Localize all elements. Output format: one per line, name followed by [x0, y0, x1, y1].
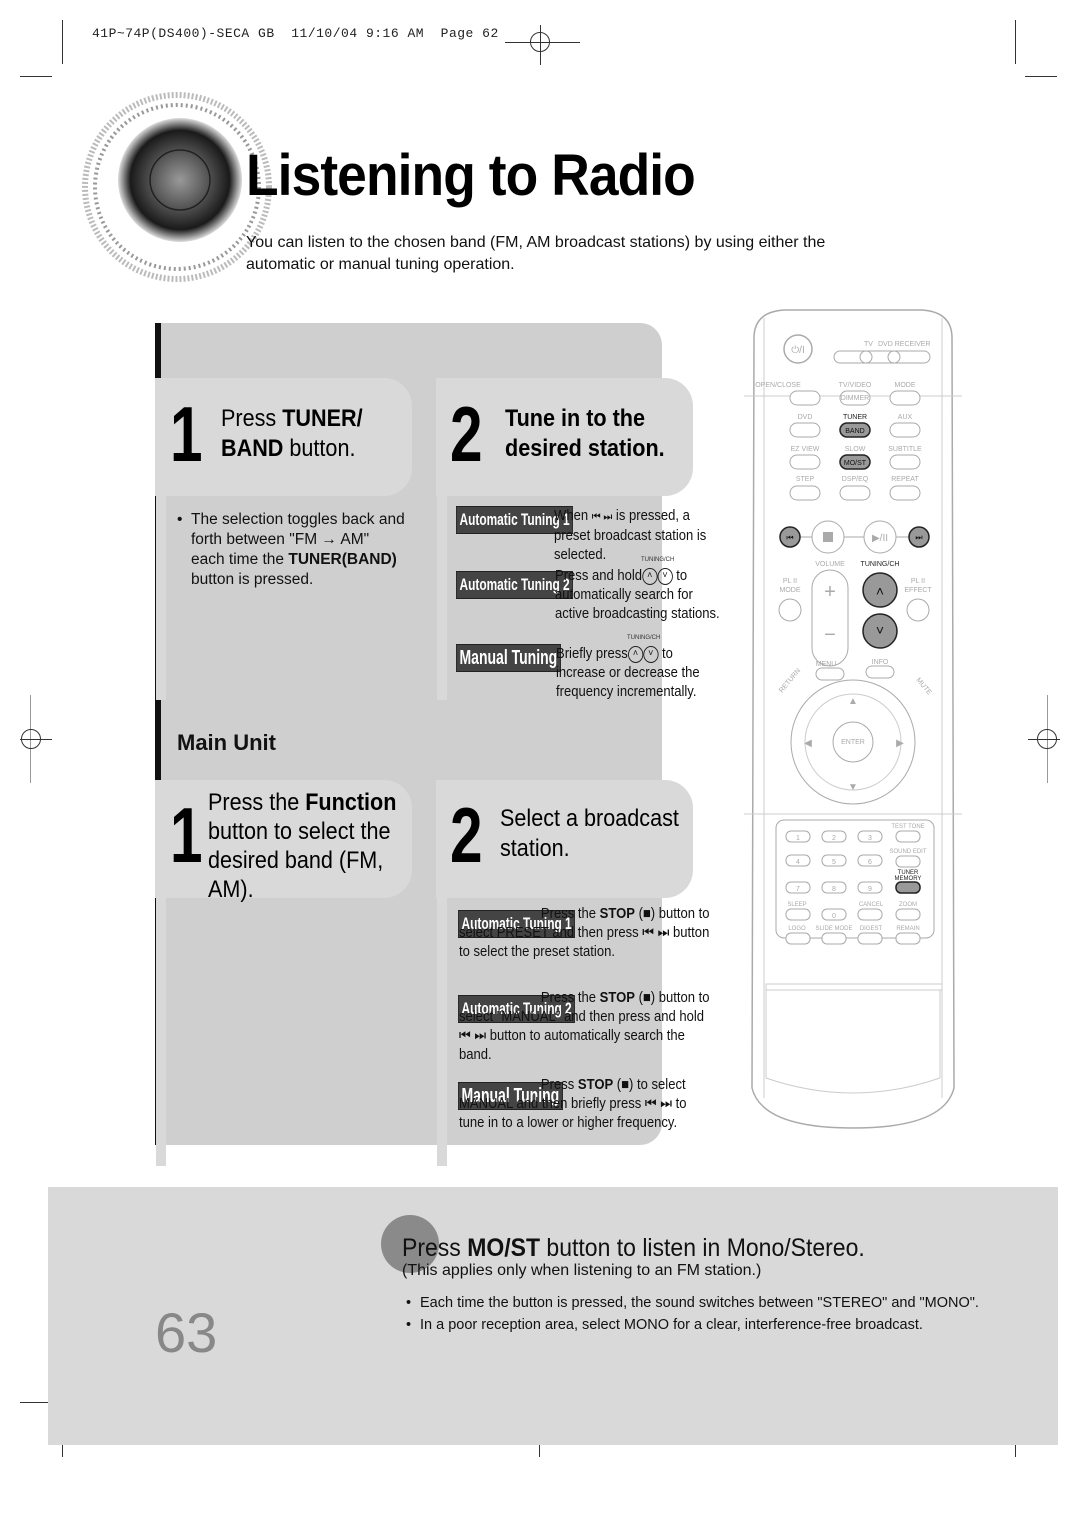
tuning-ch-caption: TUNING/CH	[641, 557, 675, 563]
column-bar	[437, 496, 447, 700]
svg-text:▶/II: ▶/II	[872, 533, 888, 544]
svg-text:⏭: ⏭	[915, 533, 922, 542]
svg-text:4: 4	[796, 859, 800, 866]
svg-text:MEMORY: MEMORY	[895, 876, 922, 882]
svg-text:ZOOM: ZOOM	[899, 902, 917, 908]
remote-power-label: ⏻/I	[791, 345, 804, 356]
svg-text:+: +	[824, 581, 836, 603]
svg-text:CANCEL: CANCEL	[859, 902, 884, 908]
svg-text:REPEAT: REPEAT	[891, 476, 919, 483]
remote-control-illustration: ⏻/I TV DVD RECEIVER OPEN/CLOSE TV/VIDEO MO…	[744, 309, 962, 1129]
tip-subtitle: (This applies only when listening to an …	[402, 1262, 762, 1279]
remote-dvd-receiver-label: DVD RECEIVER	[878, 341, 931, 348]
svg-text:DSP/EQ: DSP/EQ	[842, 476, 869, 483]
svg-text:5: 5	[832, 859, 836, 866]
svg-text:EFFECT: EFFECT	[904, 587, 932, 594]
svg-text:2: 2	[832, 835, 836, 842]
manual-tuning-desc: Briefly press ˄ ˅ to increase or decrease …	[556, 645, 700, 700]
svg-text:PL II: PL II	[911, 578, 925, 585]
tip-title: Press MO/ST button to listen in Mono/Ste…	[402, 1234, 865, 1262]
intro-text: You can listen to the chosen band (FM, A…	[246, 234, 826, 273]
svg-text:LOGO: LOGO	[788, 926, 806, 932]
step-number: 2	[450, 791, 483, 879]
remote-step1-title: Press TUNER/ BAND button.	[221, 405, 363, 462]
remote-tv-label: TV	[864, 341, 873, 348]
main-auto-tuning-2-desc: Press the STOP (■) button to select "MAN…	[459, 990, 710, 1063]
svg-text:◀: ◀	[804, 738, 812, 749]
remote-step1-bullet: The selection toggles back and forth bet…	[177, 510, 407, 590]
tip-bullet: In a poor reception area, select MONO fo…	[406, 1314, 979, 1336]
svg-text:DIMMER: DIMMER	[841, 395, 869, 402]
svg-text:−: −	[824, 624, 836, 646]
column-bar	[156, 898, 166, 1166]
main-manual-tuning-desc: Press STOP (■) to select MANUAL and then…	[459, 1077, 687, 1131]
svg-text:SLIDE MODE: SLIDE MODE	[815, 926, 852, 932]
svg-text:DVD: DVD	[798, 414, 813, 421]
page-number: 63	[155, 1301, 218, 1364]
tuning-down-icon: ˅	[657, 567, 673, 585]
tuning-ch-caption: TUNING/CH	[627, 635, 661, 641]
svg-text:▲: ▲	[848, 696, 858, 707]
svg-text:7: 7	[796, 886, 800, 893]
section-header-main: Main Unit	[155, 722, 662, 764]
svg-text:REMAIN: REMAIN	[896, 926, 919, 932]
skip-buttons-icon: ⏮ ⏭	[591, 511, 613, 523]
svg-text:TV/VIDEO: TV/VIDEO	[839, 382, 872, 389]
svg-text:MODE: MODE	[895, 382, 916, 389]
svg-text:9: 9	[868, 886, 872, 893]
skip-buttons-icon: ⏮ ⏭	[459, 1028, 487, 1044]
print-header: 41P~74P(DS400)-SECA GB 11/10/04 9:16 AM …	[92, 26, 499, 41]
svg-text:TUNING/CH: TUNING/CH	[861, 561, 900, 568]
step-number: 2	[450, 390, 483, 478]
svg-text:3: 3	[868, 835, 872, 842]
svg-text:AUX: AUX	[898, 414, 913, 421]
svg-text:8: 8	[832, 886, 836, 893]
svg-text:ENTER: ENTER	[841, 739, 865, 746]
step-number: 1	[170, 791, 203, 879]
tuning-up-icon: ˄	[642, 567, 658, 585]
tip-bullets: Each time the button is pressed, the sou…	[406, 1292, 979, 1336]
main-step2-title: Select a broadcast station.	[500, 805, 679, 862]
tuning-up-icon: ˄	[627, 645, 644, 663]
svg-text:TEST TONE: TEST TONE	[891, 824, 924, 830]
svg-text:EZ VIEW: EZ VIEW	[791, 446, 820, 453]
svg-text:TUNER: TUNER	[843, 414, 867, 421]
auto-tuning-2-desc: Press and hold ˄ ˅ to automatically search…	[555, 567, 720, 622]
step-number: 1	[170, 390, 203, 478]
svg-text:SLOW: SLOW	[845, 446, 866, 453]
skip-buttons-icon: ⏮ ⏭	[644, 1096, 673, 1112]
svg-text:▶: ▶	[896, 738, 904, 749]
column-bar	[156, 496, 166, 700]
remote-step2-title: Tune in to the desired station.	[505, 405, 665, 462]
svg-text:MENU: MENU	[816, 661, 837, 668]
main-step1-title: Press the Function button to select the …	[208, 789, 397, 903]
column-bar	[437, 898, 447, 1166]
svg-text:0: 0	[832, 913, 836, 920]
tip-bullet: Each time the button is pressed, the sou…	[406, 1292, 979, 1314]
speaker-icon	[82, 92, 272, 282]
svg-text:SUBTITLE: SUBTITLE	[888, 446, 922, 453]
main-auto-tuning-1-desc: Press the STOP (■) button to select PRES…	[459, 906, 710, 960]
svg-text:DIGEST: DIGEST	[860, 926, 883, 932]
svg-text:BAND: BAND	[845, 428, 864, 435]
skip-buttons-icon: ⏮ ⏭	[642, 925, 670, 941]
svg-text:MO/ST: MO/ST	[844, 460, 867, 467]
svg-text:▼: ▼	[848, 782, 858, 793]
svg-text:SOUND EDIT: SOUND EDIT	[889, 849, 926, 855]
svg-text:OPEN/CLOSE: OPEN/CLOSE	[755, 382, 801, 389]
svg-text:˅: ˅	[876, 622, 884, 638]
tuning-down-icon: ˅	[643, 645, 659, 663]
svg-text:MODE: MODE	[780, 587, 801, 594]
svg-text:STEP: STEP	[796, 476, 815, 483]
svg-text:⏮: ⏮	[786, 533, 793, 542]
svg-text:˄: ˄	[876, 583, 884, 599]
auto-tuning-1-desc: When ⏮ ⏭ is pressed, a preset broadcast …	[554, 508, 707, 563]
svg-text:INFO: INFO	[872, 659, 889, 666]
page-title: Listening to Radio	[246, 143, 696, 208]
svg-text:1: 1	[796, 835, 800, 842]
svg-text:SLEEP: SLEEP	[787, 902, 806, 908]
svg-text:6: 6	[868, 859, 872, 866]
svg-text:VOLUME: VOLUME	[815, 561, 845, 568]
svg-text:PL II: PL II	[783, 578, 797, 585]
